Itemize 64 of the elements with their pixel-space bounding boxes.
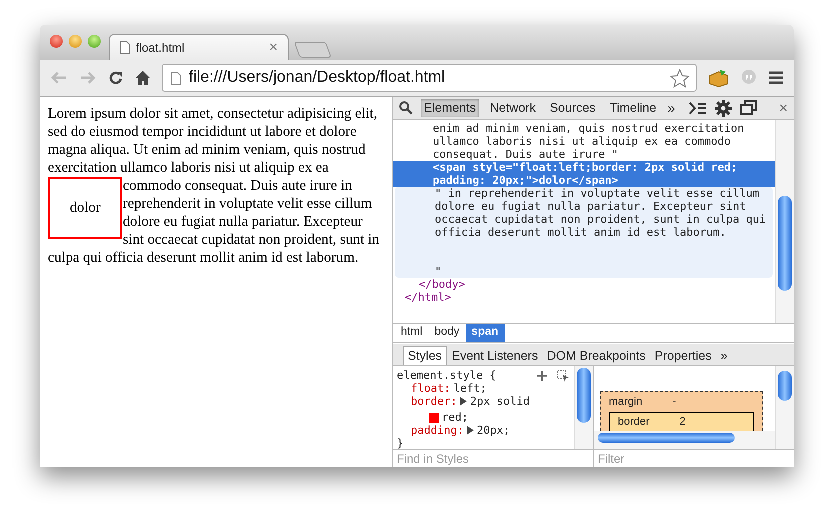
browser-tab[interactable]: float.html × bbox=[109, 34, 289, 60]
page-paragraph: Lorem ipsum dolor sit amet, consectetur adipisicing elit, sed do eiusmod tempor incididunt ut labore et dolore magna aliqua. Ut enim ad minim veniam, quis nostrud exercitation ullamco laboris nisi ut aliquip ex dolor ea commodo consequat. Duis aute irure in reprehenderit in voluptate velit esse cillum dolore eu fugiat nulla pariatur. Excepteur sint occaecat cupidatat non proident, sunt in culpa qui officia deserunt mollit anim id est laborum. bbox=[48, 105, 381, 267]
css-value[interactable]: red; bbox=[442, 411, 468, 424]
close-icon[interactable]: × bbox=[779, 100, 788, 116]
scrollbar-thumb[interactable] bbox=[778, 196, 792, 291]
css-property[interactable]: border: bbox=[411, 395, 458, 408]
more-tabs-button[interactable]: » bbox=[716, 347, 732, 365]
scrollbar[interactable] bbox=[775, 366, 794, 449]
scrollbar[interactable] bbox=[594, 431, 775, 449]
scrollbar[interactable] bbox=[574, 366, 593, 449]
box-icon[interactable] bbox=[708, 68, 730, 88]
close-window-button[interactable] bbox=[50, 35, 63, 48]
scrollbar-thumb[interactable] bbox=[577, 368, 591, 423]
bordered-word: dolor bbox=[48, 177, 122, 239]
search-icon[interactable] bbox=[399, 101, 413, 115]
star-icon[interactable] bbox=[670, 68, 690, 88]
element-picker-icon[interactable] bbox=[557, 370, 570, 382]
dom-node[interactable]: </html> bbox=[393, 291, 775, 304]
color-swatch[interactable] bbox=[429, 412, 439, 422]
filter-field[interactable]: Filter bbox=[594, 449, 794, 467]
menu-icon[interactable] bbox=[768, 71, 784, 85]
dom-node[interactable]: <span style="float:left;border: 2px solid red; padding: 20px;">dolor</span> bbox=[393, 161, 775, 187]
document-icon bbox=[171, 72, 181, 84]
box-label: margin bbox=[609, 396, 643, 409]
sidebar-tab[interactable]: Event Listeners bbox=[448, 347, 542, 365]
css-property[interactable]: float: bbox=[411, 382, 451, 395]
css-selector: element.style { bbox=[397, 369, 496, 382]
scrollbar[interactable] bbox=[775, 120, 794, 323]
console-icon[interactable] bbox=[689, 102, 708, 114]
add-icon[interactable]: + bbox=[536, 370, 549, 382]
sidebar-tab[interactable]: DOM Breakpoints bbox=[543, 347, 650, 365]
scrollbar-thumb[interactable] bbox=[598, 433, 735, 443]
reload-icon[interactable] bbox=[108, 70, 124, 86]
breadcrumb[interactable]: body bbox=[428, 324, 466, 342]
scrollbar-thumb[interactable] bbox=[778, 371, 792, 401]
dom-node[interactable]: " in reprehenderit in voluptate velit esse cillum dolore eu fugiat nulla pariatur. Excepteur sint occaecat cupidatat non proident, sunt in culpa qui officia deserunt mollit anim id est laborum. " bbox=[395, 187, 773, 278]
dom-node[interactable]: enim ad minim veniam, quis nostrud exercitation ullamco laboris nisi ut aliquip ex ea commodo consequat. Duis aute irure " bbox=[393, 122, 775, 161]
sidebar-tab[interactable]: Properties bbox=[650, 347, 716, 365]
css-value[interactable]: left; bbox=[454, 382, 487, 395]
devtools-tab[interactable]: Network bbox=[487, 99, 539, 117]
closing-brace: } bbox=[397, 437, 405, 449]
breadcrumb[interactable]: html bbox=[395, 324, 429, 342]
sidebar-tab[interactable]: Styles bbox=[403, 346, 448, 365]
more-tabs-button[interactable]: » bbox=[668, 100, 676, 116]
document-icon bbox=[120, 41, 130, 54]
breadcrumb[interactable]: span bbox=[466, 324, 505, 342]
devtools-tab[interactable]: Sources bbox=[546, 99, 599, 117]
css-property[interactable]: padding: bbox=[411, 424, 464, 437]
expand-triangle-icon[interactable] bbox=[466, 426, 474, 435]
dock-icon[interactable] bbox=[740, 100, 758, 116]
dom-node[interactable]: </body> bbox=[393, 278, 775, 291]
box-label: border bbox=[618, 416, 650, 429]
box-value: - bbox=[672, 396, 676, 409]
css-value[interactable]: 2px solid bbox=[470, 395, 530, 408]
css-value[interactable]: 20px; bbox=[476, 424, 510, 437]
box-value: 2 bbox=[680, 416, 686, 429]
home-icon[interactable] bbox=[135, 70, 151, 86]
find-in-styles-field[interactable]: Find in Styles bbox=[393, 449, 593, 467]
close-tab-icon[interactable]: × bbox=[269, 39, 278, 56]
address-bar[interactable]: file:///Users/jonan/Desktop/float.html bbox=[162, 64, 697, 92]
devtools-tab[interactable]: Elements bbox=[421, 99, 480, 117]
settings-icon[interactable] bbox=[715, 100, 732, 116]
devtools-tab[interactable]: Timeline bbox=[606, 99, 660, 117]
expand-triangle-icon[interactable] bbox=[460, 397, 468, 406]
